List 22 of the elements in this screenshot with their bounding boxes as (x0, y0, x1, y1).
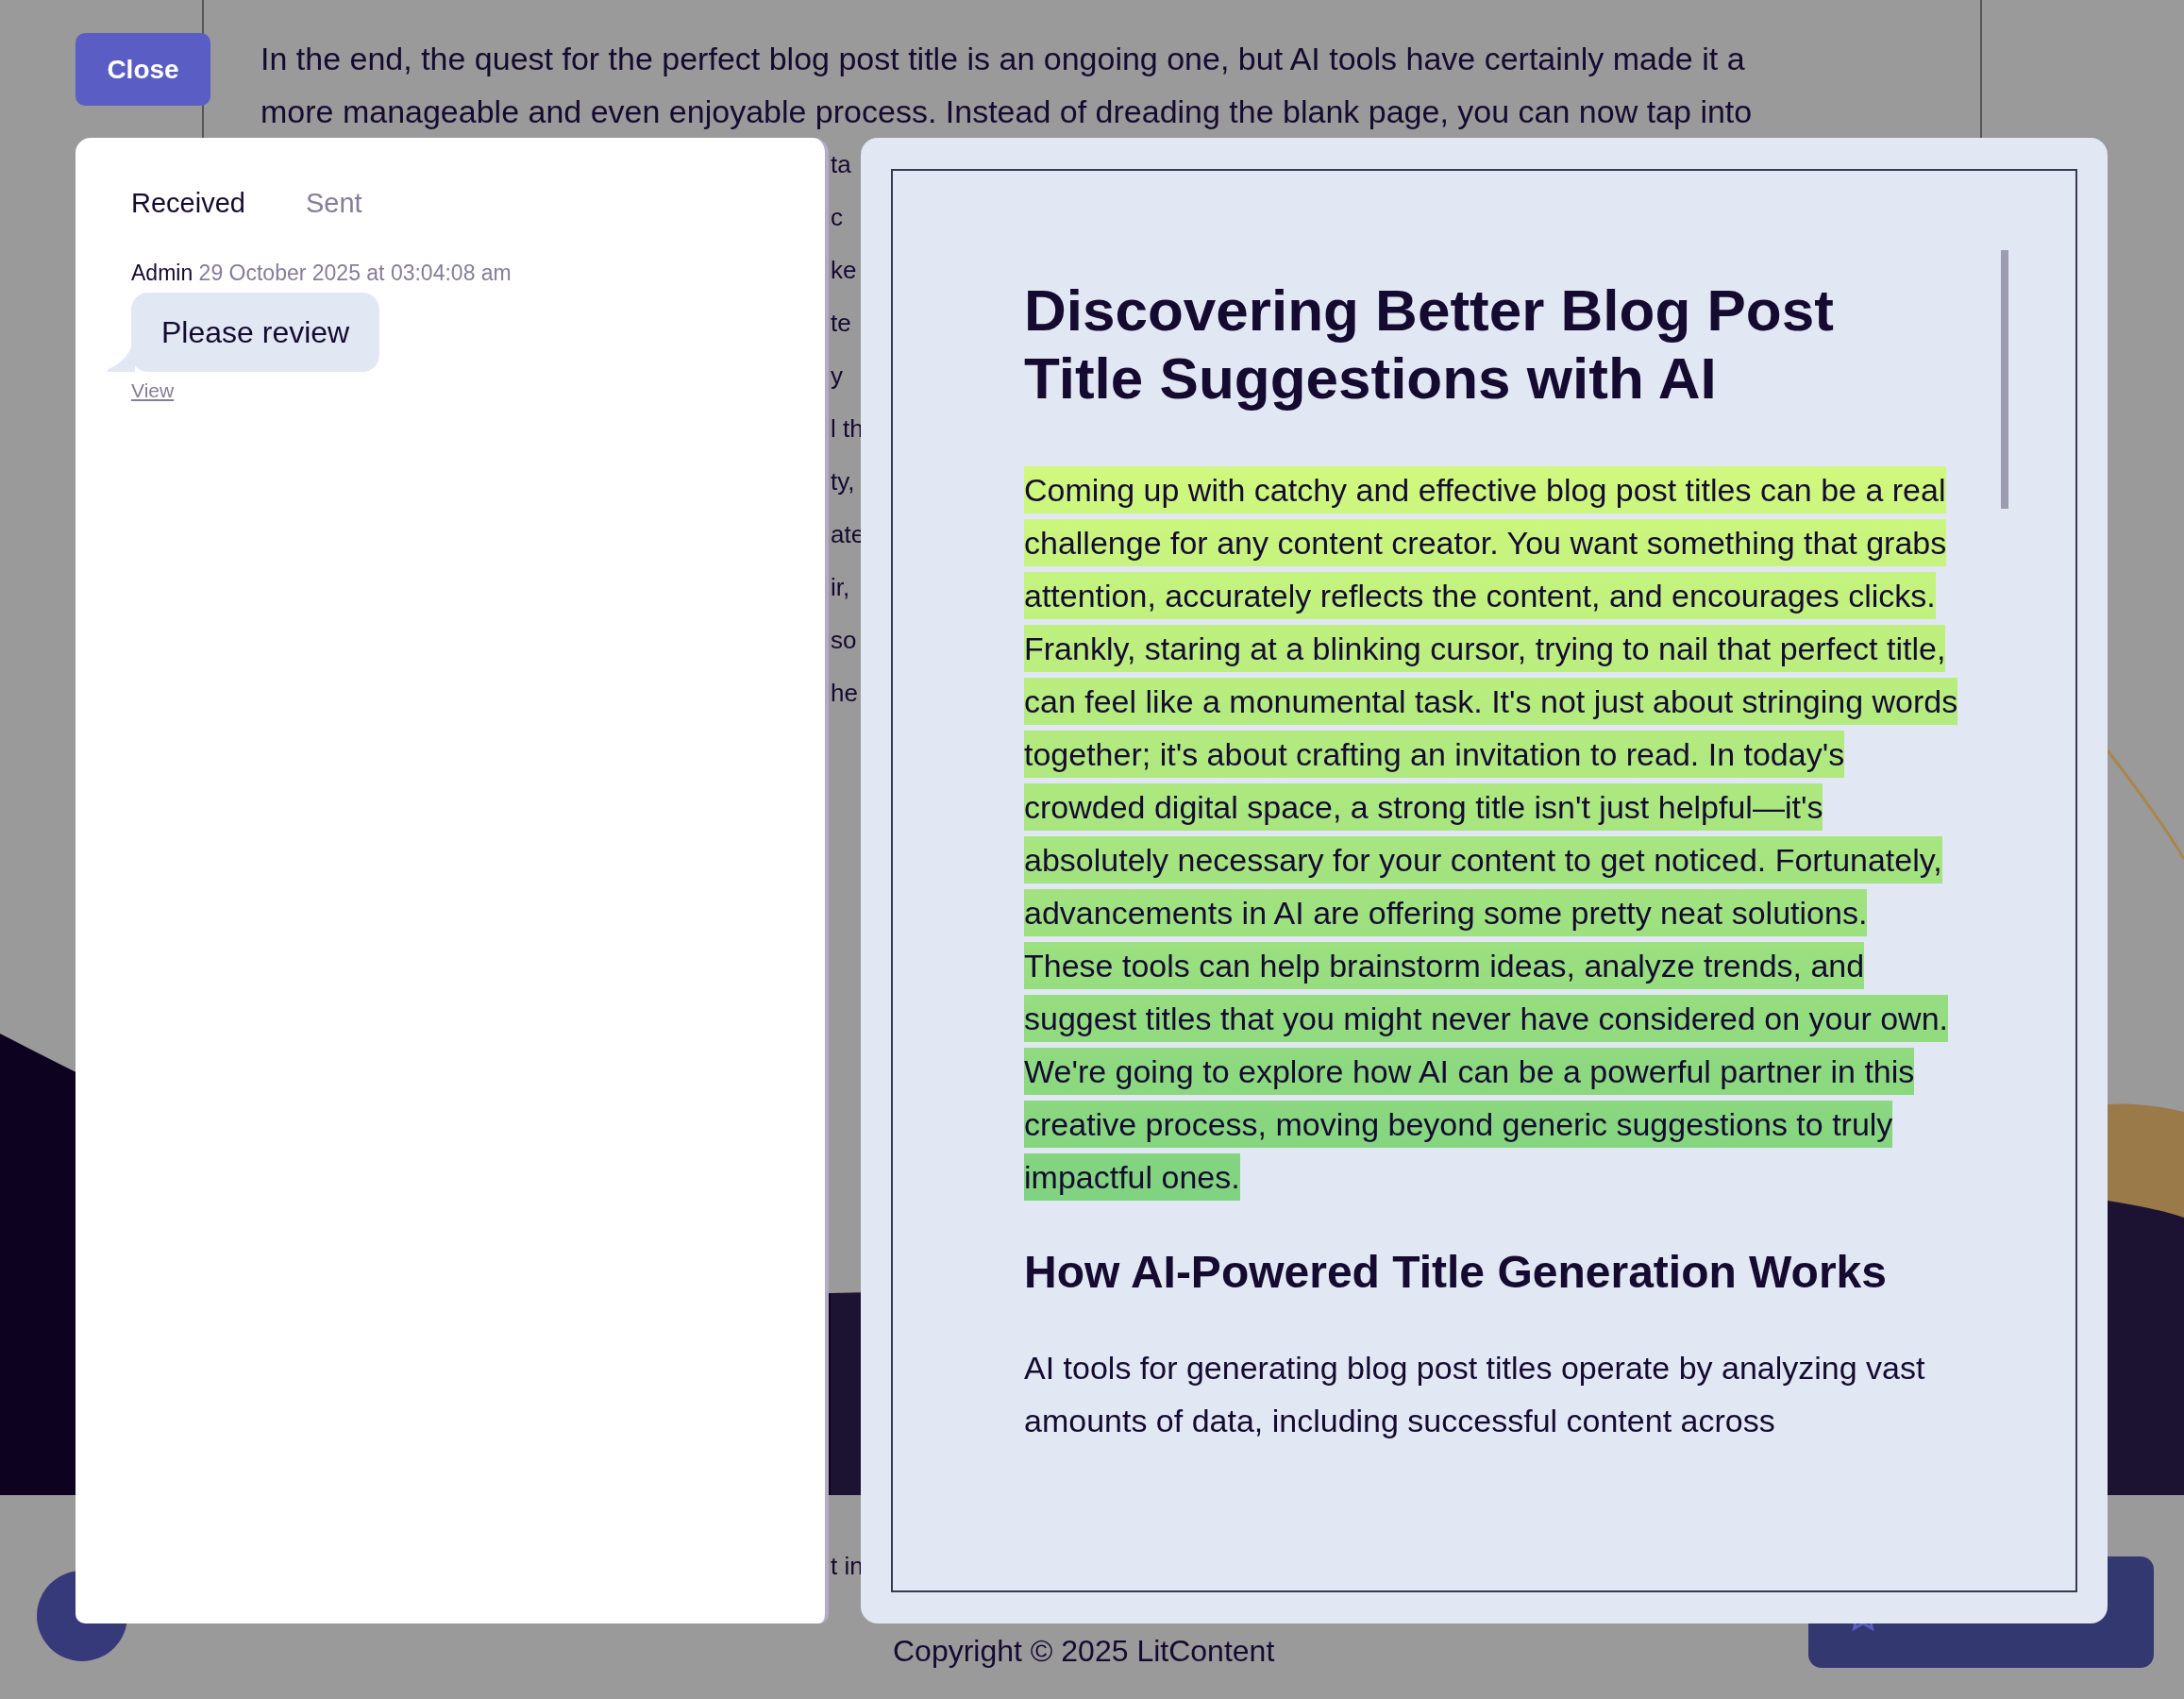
background-text: y (831, 361, 844, 392)
background-text: ty, (831, 466, 856, 497)
timestamp: 29 October 2025 at 03:04:08 am (198, 260, 512, 285)
copyright-text: Copyright © 2025 LitContent (893, 1633, 1275, 1670)
background-text: ir, (831, 572, 851, 603)
background-text: so (831, 625, 858, 656)
background-text: ta (831, 149, 852, 180)
author-name: Admin (131, 260, 193, 285)
background-text: ke (831, 255, 858, 286)
view-link[interactable]: View (131, 376, 769, 406)
background-text: c (831, 202, 844, 233)
tab[interactable]: Received (131, 183, 245, 225)
background-text: te (831, 308, 852, 339)
paragraph: AI tools for generating blog post titles operate by analyzing vast amounts of data, including successful content across (1024, 1348, 1926, 1440)
scrollbar-thumb[interactable] (2001, 250, 2008, 509)
background-text: In the end, the quest for the perfect blog post title is an ongoing one, but AI tools have certainly made it a (260, 40, 1746, 78)
tab[interactable]: Sent (305, 183, 362, 225)
background-text: he (831, 678, 859, 709)
document-title: Discovering Better Blog Post Title Suggestions with AI (1024, 277, 1835, 412)
background-text: more manageable and even enjoyable process. Instead of dreading the blank page, you can now tap into (260, 93, 1754, 131)
section-heading: How AI-Powered Title Generation Works (1024, 1246, 1888, 1299)
close-button[interactable]: Close (76, 33, 210, 106)
